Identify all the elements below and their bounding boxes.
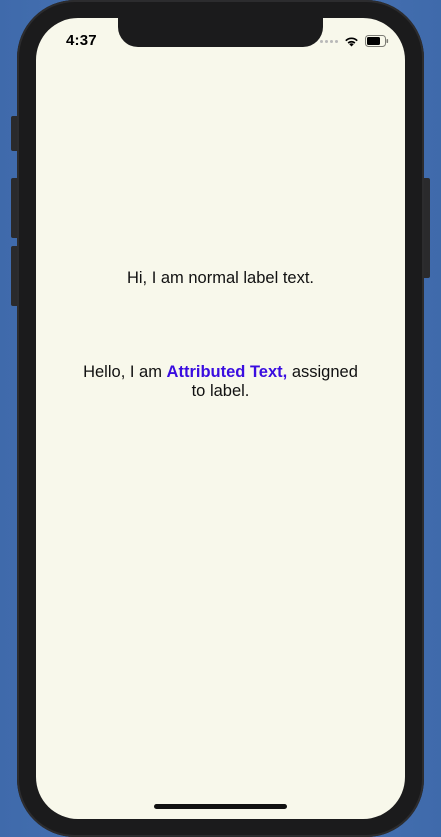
attributed-label-highlight: Attributed Text, <box>166 363 288 381</box>
status-indicators <box>320 34 389 48</box>
status-time: 4:37 <box>66 32 97 49</box>
phone-frame: 4:37 Hi, I am normal label text. Hello, … <box>17 0 424 837</box>
attributed-label-prefix: Hello, I am <box>83 363 167 381</box>
notch <box>118 18 323 47</box>
simulator-stage: 4:37 Hi, I am normal label text. Hello, … <box>0 0 441 837</box>
home-indicator[interactable] <box>154 804 287 809</box>
normal-label: Hi, I am normal label text. <box>126 269 315 287</box>
wifi-icon <box>344 36 359 47</box>
attributed-label: Hello, I am Attributed Text, assigned to… <box>74 363 367 401</box>
battery-icon <box>365 35 389 47</box>
signal-dots-icon <box>320 39 338 43</box>
app-screen: 4:37 Hi, I am normal label text. Hello, … <box>36 18 405 819</box>
